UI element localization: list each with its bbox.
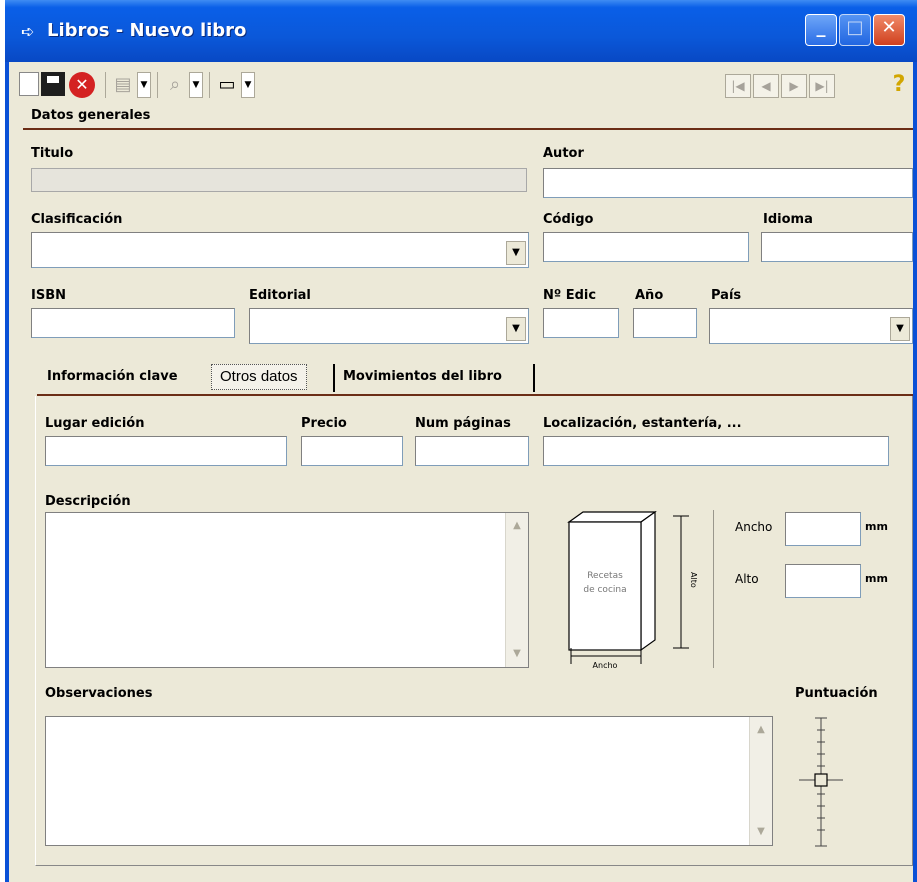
book-dimensions-diagram: Recetas de cocina Alto Ancho <box>567 510 698 670</box>
codigo-label: Código <box>543 212 594 227</box>
titulo-label: Titulo <box>31 146 74 161</box>
pais-label: País <box>711 288 742 303</box>
editorial-select[interactable]: ▼ <box>249 308 529 344</box>
diagram-book-title: Recetas <box>587 571 623 581</box>
first-record-button[interactable]: |◀ <box>725 74 751 98</box>
scroll-down-icon[interactable]: ▼ <box>508 645 526 663</box>
tab-movimientos[interactable]: Movimientos del libro <box>335 362 510 392</box>
maximize-button[interactable]: □ <box>839 14 871 46</box>
title-bar: ➪ Libros - Nuevo libro _ □ ✕ <box>5 0 917 62</box>
section-divider <box>23 128 913 130</box>
clasificacion-select[interactable]: ▼ <box>31 232 529 268</box>
clasificacion-label: Clasificación <box>31 212 123 227</box>
save-icon[interactable] <box>41 72 65 96</box>
next-record-button[interactable]: ▶ <box>781 74 807 98</box>
localizacion-field[interactable] <box>543 436 889 466</box>
isbn-field[interactable] <box>31 308 235 338</box>
toolbar-separator <box>105 72 106 98</box>
app-window: ➪ Libros - Nuevo libro _ □ ✕ ✕ ▤ ▼ ⌕ ▼ ▭… <box>5 0 917 882</box>
lugar-edicion-label: Lugar edición <box>45 416 145 431</box>
precio-label: Precio <box>301 416 347 431</box>
nedic-field[interactable] <box>543 308 619 338</box>
puntuacion-slider[interactable] <box>795 712 847 852</box>
tab-divider <box>533 364 535 392</box>
diagram-ancho-label: Ancho <box>593 661 618 670</box>
scroll-down-icon[interactable]: ▼ <box>752 823 770 841</box>
autor-label: Autor <box>543 146 584 161</box>
find-dropdown-arrow[interactable]: ▼ <box>189 72 203 98</box>
ancho-label: Ancho <box>735 520 773 534</box>
maximize-icon: □ <box>846 17 864 38</box>
print-icon[interactable]: ▤ <box>111 74 135 96</box>
minimize-button[interactable]: _ <box>805 14 837 46</box>
print-dropdown-arrow[interactable]: ▼ <box>137 72 151 98</box>
autor-field[interactable] <box>543 168 913 198</box>
help-icon[interactable]: ? <box>887 72 911 98</box>
chevron-down-icon[interactable]: ▼ <box>506 317 526 341</box>
book-app-icon: ➪ <box>21 22 35 41</box>
view-dropdown-arrow[interactable]: ▼ <box>241 72 255 98</box>
anio-label: Año <box>635 288 664 303</box>
anio-field[interactable] <box>633 308 697 338</box>
cancel-icon[interactable]: ✕ <box>69 72 95 98</box>
diagram-alto-label: Alto <box>689 572 698 588</box>
new-document-icon[interactable] <box>19 72 39 96</box>
pais-select[interactable]: ▼ <box>709 308 913 344</box>
descripcion-label: Descripción <box>45 494 131 509</box>
close-button[interactable]: ✕ <box>873 14 905 46</box>
alto-unit: mm <box>865 572 888 585</box>
toolbar-separator <box>209 72 210 98</box>
precio-field[interactable] <box>301 436 403 466</box>
tab-otros-datos[interactable]: Otros datos <box>211 364 307 390</box>
close-icon: ✕ <box>881 17 897 38</box>
toolbar: ✕ ▤ ▼ ⌕ ▼ ▭ ▼ |◀ ◀ ▶ ▶| ? <box>9 62 913 106</box>
ancho-field[interactable] <box>785 512 861 546</box>
titulo-field[interactable] <box>31 168 527 192</box>
find-icon[interactable]: ⌕ <box>163 74 187 96</box>
window-title: Libros - Nuevo libro <box>47 20 247 41</box>
alto-field[interactable] <box>785 564 861 598</box>
scroll-up-icon[interactable]: ▲ <box>508 517 526 535</box>
previous-record-button[interactable]: ◀ <box>753 74 779 98</box>
lugar-edicion-field[interactable] <box>45 436 287 466</box>
slider-thumb[interactable] <box>814 773 828 787</box>
observaciones-textarea[interactable]: ▲ ▼ <box>45 716 773 846</box>
alto-label: Alto <box>735 572 759 586</box>
num-paginas-field[interactable] <box>415 436 529 466</box>
scroll-up-icon[interactable]: ▲ <box>752 721 770 739</box>
chevron-down-icon[interactable]: ▼ <box>506 241 526 265</box>
descripcion-textarea[interactable]: ▲ ▼ <box>45 512 529 668</box>
diagram-book-title: de cocina <box>583 585 626 595</box>
localizacion-label: Localización, estantería, ... <box>543 416 742 431</box>
diagram-divider <box>713 510 714 668</box>
editorial-label: Editorial <box>249 288 311 303</box>
minimize-icon: _ <box>816 17 826 38</box>
scrollbar[interactable]: ▲ ▼ <box>749 717 772 845</box>
ancho-unit: mm <box>865 520 888 533</box>
idioma-label: Idioma <box>763 212 813 227</box>
view-icon[interactable]: ▭ <box>215 74 239 96</box>
nedic-label: Nº Edic <box>543 288 597 303</box>
idioma-field[interactable] <box>761 232 913 262</box>
chevron-down-icon[interactable]: ▼ <box>890 317 910 341</box>
tab-informacion-clave[interactable]: Información clave <box>39 362 186 392</box>
isbn-label: ISBN <box>31 288 66 303</box>
codigo-field[interactable] <box>543 232 749 262</box>
last-record-button[interactable]: ▶| <box>809 74 835 98</box>
scrollbar[interactable]: ▲ ▼ <box>505 513 528 667</box>
puntuacion-label: Puntuación <box>795 686 878 701</box>
section-title: Datos generales <box>31 108 151 123</box>
toolbar-separator <box>157 72 158 98</box>
num-paginas-label: Num páginas <box>415 416 511 431</box>
observaciones-label: Observaciones <box>45 686 153 701</box>
